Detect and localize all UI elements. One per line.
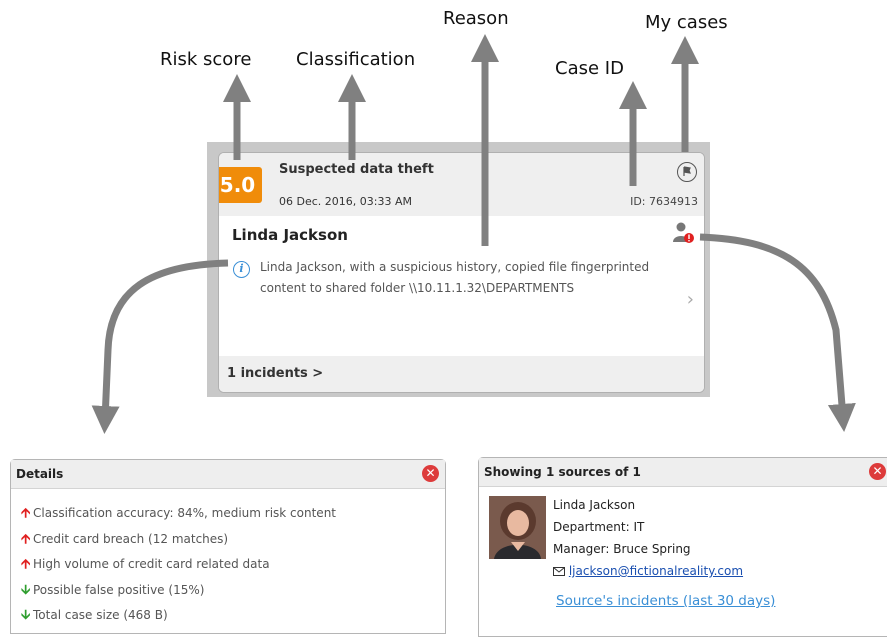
details-title: Details: [16, 467, 64, 481]
info-icon: i: [233, 261, 250, 278]
avatar: [489, 496, 546, 559]
detail-row: 🡩 Credit card breach (12 matches): [21, 530, 228, 552]
close-icon[interactable]: ✕: [869, 463, 886, 480]
source-email-row: ljackson@fictionalreality.com: [553, 564, 743, 578]
arrow-up-icon: 🡩: [21, 506, 31, 521]
detail-row: 🡩 Classification accuracy: 84%, medium ri…: [21, 504, 336, 526]
classification-label: Suspected data theft: [279, 162, 434, 177]
arrow-down-icon: 🡫: [21, 608, 31, 623]
detail-text: Credit card breach (12 matches): [33, 532, 229, 546]
detail-row: 🡫 Total case size (468 B): [21, 606, 168, 628]
case-card[interactable]: 5.0 Suspected data theft 06 Dec. 2016, 0…: [218, 152, 705, 393]
callout-classification: Classification: [296, 49, 416, 70]
callout-reason: Reason: [443, 8, 509, 29]
case-datetime: 06 Dec. 2016, 03:33 AM: [279, 195, 412, 208]
sources-header: Showing 1 sources of 1 ✕: [479, 458, 887, 487]
person-name: Linda Jackson: [232, 226, 348, 244]
detail-row: 🡫 Possible false positive (15%): [21, 581, 204, 603]
arrow-down-icon: 🡫: [21, 583, 31, 598]
user-alert-icon[interactable]: [672, 221, 696, 245]
detail-text: High volume of credit card related data: [33, 557, 270, 571]
sources-title: Showing 1 sources of 1: [484, 465, 641, 479]
source-manager: Manager: Bruce Spring: [553, 542, 691, 556]
detail-text: Classification accuracy: 84%, medium ris…: [33, 506, 336, 520]
details-header: Details ✕: [11, 460, 445, 489]
source-email-link[interactable]: ljackson@fictionalreality.com: [569, 564, 743, 578]
detail-text: Possible false positive (15%): [33, 583, 205, 597]
incidents-link[interactable]: 1 incidents >: [227, 366, 323, 381]
card-footer: 1 incidents >: [219, 356, 704, 392]
mail-icon: [553, 564, 569, 578]
source-department: Department: IT: [553, 520, 645, 534]
case-id: ID: 7634913: [630, 195, 698, 208]
detail-row: 🡩 High volume of credit card related data: [21, 555, 270, 577]
arrow-sources: [699, 233, 856, 432]
source-name: Linda Jackson: [553, 498, 636, 512]
callout-my-cases: My cases: [645, 12, 728, 33]
detail-text: Total case size (468 B): [33, 608, 168, 622]
arrow-up-icon: 🡩: [21, 557, 31, 572]
reason-text: Linda Jackson, with a suspicious history…: [260, 260, 650, 295]
callout-risk-score: Risk score: [160, 49, 252, 70]
close-icon[interactable]: ✕: [422, 465, 439, 482]
source-incidents-link[interactable]: Source's incidents (last 30 days): [556, 593, 775, 609]
chevron-right-icon[interactable]: ›: [687, 289, 694, 310]
arrow-up-icon: 🡩: [21, 532, 31, 547]
sources-panel: Showing 1 sources of 1 ✕ Linda Jackson D…: [478, 457, 887, 637]
flag-icon[interactable]: [677, 162, 697, 182]
callout-case-id: Case ID: [555, 58, 624, 79]
details-panel: Details ✕ 🡩 Classification accuracy: 84%,…: [10, 459, 446, 634]
risk-score-badge: 5.0: [219, 167, 262, 203]
